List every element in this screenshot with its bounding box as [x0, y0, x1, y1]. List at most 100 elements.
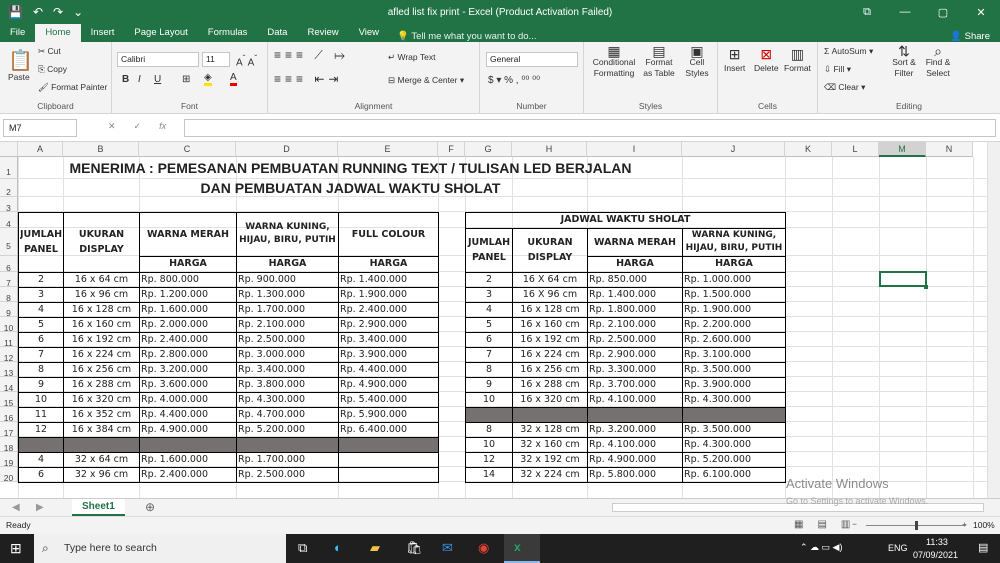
- number-format-select[interactable]: General: [486, 52, 578, 67]
- new-sheet-icon[interactable]: ⊕: [145, 500, 155, 514]
- cut-button[interactable]: ✂ Cut: [38, 46, 61, 57]
- zoom-level[interactable]: 100%: [973, 520, 995, 530]
- column-header-f[interactable]: F: [438, 142, 465, 157]
- edge-icon[interactable]: ◐: [334, 540, 342, 555]
- horizontal-align-icons[interactable]: ≡≡≡ ⇤⇥: [274, 72, 342, 86]
- worksheet-grid[interactable]: A B C D E F G H I J K L M N 1 2 3 4 5 6 7 8 9 10 11 12 13 14 15 16 17 1…: [0, 142, 987, 498]
- row-header-3[interactable]: 3: [0, 197, 18, 213]
- select-all-corner[interactable]: [0, 142, 18, 157]
- row-header-18[interactable]: 18: [0, 437, 18, 453]
- windows-start-icon[interactable]: ⊞: [10, 540, 22, 557]
- insert-function-button[interactable]: fx: [159, 121, 166, 132]
- italic-button[interactable]: I: [138, 74, 141, 85]
- customize-icon[interactable]: ⌄: [73, 5, 83, 19]
- clear-button[interactable]: ⌫ Clear ▾: [824, 82, 865, 93]
- language-indicator[interactable]: ENG: [888, 543, 908, 553]
- tab-review[interactable]: Review: [297, 24, 348, 42]
- minimize-button[interactable]: —: [886, 0, 924, 24]
- task-view-icon[interactable]: ⧉: [298, 540, 307, 556]
- paste-icon[interactable]: 📋: [8, 48, 33, 73]
- ribbon-display-icon[interactable]: ⧉: [848, 0, 886, 24]
- font-size-select[interactable]: 11: [202, 52, 230, 67]
- prev-sheet-icon[interactable]: ◀: [12, 502, 20, 513]
- find-select-button[interactable]: ⌕ Find & Select: [922, 44, 954, 79]
- mail-icon[interactable]: ✉: [442, 540, 453, 556]
- tab-file[interactable]: File: [0, 24, 35, 42]
- row-header-2[interactable]: 2: [0, 179, 18, 197]
- merge-center-button[interactable]: ⊟ Merge & Center ▾: [388, 75, 464, 86]
- column-header-i[interactable]: I: [587, 142, 682, 157]
- selected-cell-m7[interactable]: [879, 271, 927, 287]
- cancel-icon[interactable]: ✕: [108, 121, 116, 132]
- name-box[interactable]: M7: [3, 119, 77, 137]
- tab-insert[interactable]: Insert: [81, 24, 125, 42]
- vertical-scrollbar[interactable]: [987, 142, 1000, 498]
- column-header-a[interactable]: A: [18, 142, 63, 157]
- grow-font-icon[interactable]: Aˆ Aˇ: [236, 53, 257, 68]
- row-header-7[interactable]: 7: [0, 272, 18, 288]
- row-header-10[interactable]: 10: [0, 317, 18, 333]
- redo-icon[interactable]: ↷: [53, 5, 63, 19]
- borders-icon[interactable]: ⊞: [182, 74, 190, 85]
- font-name-select[interactable]: Calibri: [117, 52, 199, 67]
- share-button[interactable]: 👤 Share: [950, 31, 990, 42]
- tell-me-box[interactable]: 💡 Tell me what you want to do...: [397, 31, 536, 42]
- delete-cells-button[interactable]: ⊠ Delete: [754, 46, 779, 73]
- undo-icon[interactable]: ↶: [33, 5, 43, 19]
- column-header-d[interactable]: D: [236, 142, 338, 157]
- insert-cells-button[interactable]: ⊞ Insert: [724, 46, 745, 73]
- sheet-tab-sheet1[interactable]: Sheet1: [72, 499, 125, 516]
- column-header-g[interactable]: G: [465, 142, 512, 157]
- row-header-11[interactable]: 11: [0, 332, 18, 348]
- column-header-k[interactable]: K: [785, 142, 832, 157]
- row-header-5[interactable]: 5: [0, 228, 18, 256]
- cell-styles-button[interactable]: ▣ Cell Styles: [682, 44, 712, 79]
- row-header-20[interactable]: 20: [0, 467, 18, 483]
- tab-view[interactable]: View: [349, 24, 389, 42]
- clock-time[interactable]: 11:33: [926, 537, 948, 547]
- autosum-button[interactable]: Σ AutoSum ▾: [824, 46, 873, 57]
- enter-icon[interactable]: ✓: [134, 121, 142, 132]
- zoom-out-icon[interactable]: −: [852, 519, 857, 529]
- format-painter-button[interactable]: 🖌 Format Painter: [38, 82, 107, 93]
- close-button[interactable]: ✕: [962, 0, 1000, 24]
- row-header-6[interactable]: 6: [0, 256, 18, 273]
- row-header-9[interactable]: 9: [0, 302, 18, 318]
- bold-button[interactable]: B: [122, 74, 129, 85]
- chrome-icon[interactable]: ◉: [478, 540, 489, 556]
- excel-taskbar-button[interactable]: x: [504, 534, 540, 563]
- fill-button[interactable]: ⇩ Fill ▾: [824, 64, 851, 75]
- file-explorer-icon[interactable]: ▰: [370, 540, 380, 556]
- row-header-16[interactable]: 16: [0, 407, 18, 423]
- vertical-align-icons[interactable]: ≡≡≡ ⟋ ↦: [274, 48, 349, 63]
- row-header-19[interactable]: 19: [0, 452, 18, 468]
- notifications-icon[interactable]: ▤: [978, 541, 988, 554]
- column-header-l[interactable]: L: [832, 142, 879, 157]
- tab-formulas[interactable]: Formulas: [198, 24, 258, 42]
- row-header-8[interactable]: 8: [0, 287, 18, 303]
- zoom-thumb[interactable]: [915, 521, 918, 530]
- store-icon[interactable]: 🛍: [406, 540, 423, 556]
- column-header-m[interactable]: M: [879, 142, 926, 157]
- font-color-icon[interactable]: A: [230, 72, 237, 86]
- tab-data[interactable]: Data: [257, 24, 297, 42]
- column-header-b[interactable]: B: [63, 142, 139, 157]
- fill-handle[interactable]: [924, 285, 928, 289]
- column-header-e[interactable]: E: [338, 142, 438, 157]
- wrap-text-button[interactable]: ↵ Wrap Text: [388, 52, 435, 63]
- format-cells-button[interactable]: ▥ Format: [784, 46, 811, 73]
- clock-date[interactable]: 07/09/2021: [913, 550, 958, 560]
- tab-page-layout[interactable]: Page Layout: [124, 24, 197, 42]
- copy-button[interactable]: ⎘ Copy: [38, 64, 67, 75]
- column-header-n[interactable]: N: [926, 142, 973, 157]
- sort-filter-button[interactable]: ⇅ Sort & Filter: [888, 44, 920, 79]
- fill-color-icon[interactable]: ◈: [204, 72, 212, 86]
- row-header-12[interactable]: 12: [0, 347, 18, 363]
- tab-home[interactable]: Home: [35, 24, 81, 42]
- column-header-h[interactable]: H: [512, 142, 587, 157]
- next-sheet-icon[interactable]: ▶: [36, 502, 44, 513]
- row-header-1[interactable]: 1: [0, 157, 18, 179]
- format-as-table-button[interactable]: ▤ Format as Table: [640, 44, 678, 79]
- zoom-in-icon[interactable]: +: [962, 519, 967, 529]
- underline-button[interactable]: U: [154, 74, 161, 85]
